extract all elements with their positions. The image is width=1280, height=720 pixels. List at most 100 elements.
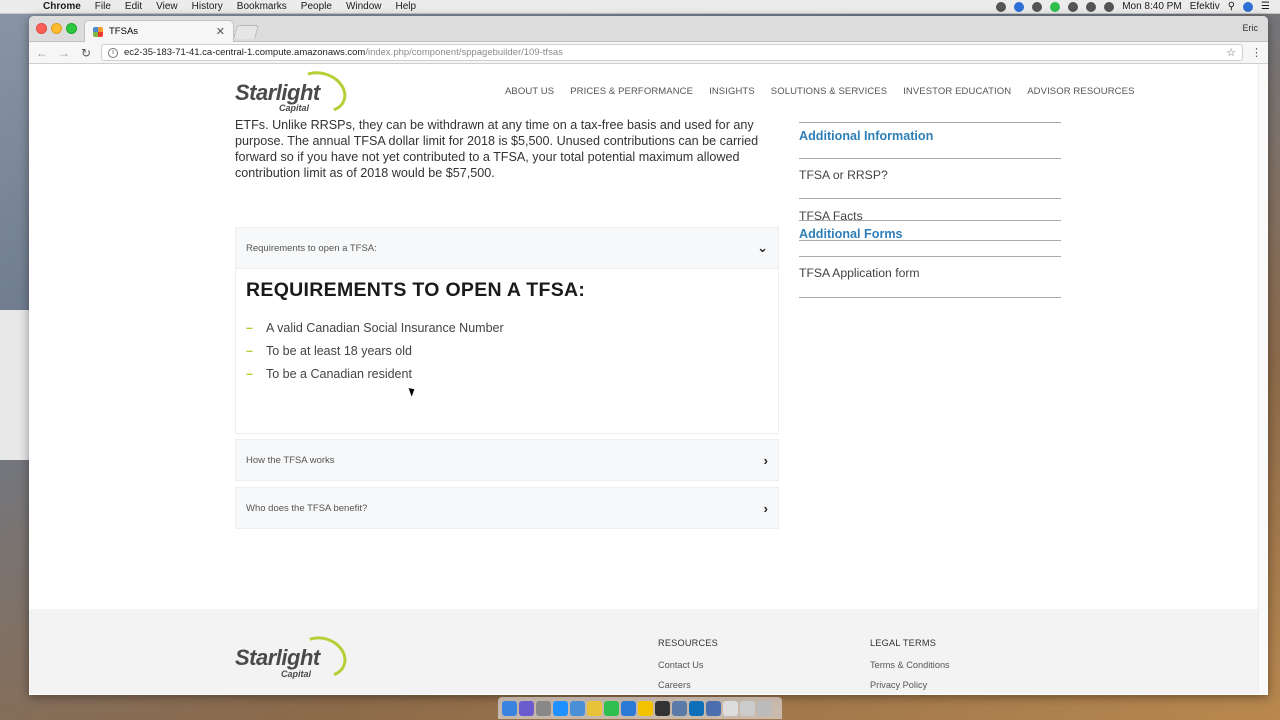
- accordion-how-tfsa-works-header[interactable]: How the TFSA works ›: [235, 439, 779, 481]
- tab-bar: TFSAs ✕ Eric: [29, 16, 1268, 42]
- nav-about-us[interactable]: ABOUT US: [505, 86, 554, 97]
- menu-window[interactable]: Window: [339, 1, 389, 12]
- footer-resources-title: RESOURCES: [658, 638, 718, 648]
- nav-advisor-resources[interactable]: ADVISOR RESOURCES: [1027, 86, 1134, 97]
- footer-link-privacy[interactable]: Privacy Policy: [870, 680, 950, 690]
- bookmark-star-icon[interactable]: ☆: [1226, 46, 1236, 59]
- accordion-label: How the TFSA works: [246, 454, 335, 466]
- list-item-text: To be a Canadian resident: [266, 366, 412, 381]
- sketch-icon[interactable]: [638, 700, 653, 716]
- profile-button[interactable]: Eric: [1243, 23, 1259, 33]
- chevron-down-icon: ⌄: [757, 240, 768, 255]
- sidebar-heading-info: Additional Information: [799, 129, 934, 143]
- finder-icon[interactable]: [502, 700, 517, 716]
- footer-link-contact-us[interactable]: Contact Us: [658, 660, 718, 670]
- menu-view[interactable]: View: [149, 1, 185, 12]
- creative-cloud-icon[interactable]: [1032, 1, 1043, 12]
- app-store-icon[interactable]: [570, 700, 585, 716]
- grammarly-dock-icon[interactable]: [604, 700, 619, 716]
- virtualbox-icon[interactable]: [672, 700, 687, 716]
- nav-solutions-services[interactable]: SOLUTIONS & SERVICES: [771, 86, 887, 97]
- bluetooth-icon[interactable]: [1068, 1, 1079, 12]
- menu-bookmarks[interactable]: Bookmarks: [230, 1, 294, 12]
- logo-word: Starlight: [235, 645, 320, 670]
- dash-bullet-icon: –: [246, 366, 253, 381]
- chrome-icon[interactable]: [587, 700, 602, 716]
- record-icon[interactable]: [996, 1, 1007, 12]
- list-item-text: A valid Canadian Social Insurance Number: [266, 320, 504, 335]
- grammarly-icon[interactable]: [1050, 1, 1061, 12]
- airplay-icon[interactable]: [1086, 1, 1097, 12]
- documents-stack-icon[interactable]: [740, 700, 755, 716]
- terminal-icon[interactable]: [655, 700, 670, 716]
- sidebar-heading-forms: Additional Forms: [799, 227, 903, 241]
- notification-center-icon[interactable]: ☰: [1261, 1, 1270, 12]
- wordpress-icon[interactable]: [689, 700, 704, 716]
- list-item-text: To be at least 18 years old: [266, 343, 412, 358]
- logo-sub: Capital: [281, 669, 312, 679]
- safari-icon[interactable]: [553, 700, 568, 716]
- divider: [799, 220, 1061, 221]
- chevron-right-icon: ›: [763, 452, 768, 468]
- siri-dock-icon[interactable]: [519, 700, 534, 716]
- vscode-icon[interactable]: [621, 700, 636, 716]
- zoom-window-button[interactable]: [66, 23, 77, 34]
- dash-bullet-icon: –: [246, 320, 253, 335]
- footer-starlight-logo[interactable]: Starlight Capital: [235, 629, 353, 685]
- site-info-icon[interactable]: i: [108, 47, 118, 58]
- site-header: Starlight Capital ABOUT US PRICES & PERF…: [29, 64, 1258, 120]
- menu-people[interactable]: People: [294, 1, 339, 12]
- spotlight-icon[interactable]: ⚲: [1228, 1, 1235, 12]
- app-icon[interactable]: [706, 700, 721, 716]
- status-area: Mon 8:40 PM Efektiv ⚲ ☰: [996, 1, 1280, 12]
- menubar-clock[interactable]: Mon 8:40 PM: [1122, 1, 1181, 12]
- accordion-requirements-panel: REQUIREMENTS TO OPEN A TFSA: – A valid Ca…: [235, 269, 779, 434]
- accordion-who-benefits-header[interactable]: Who does the TFSA benefit? ›: [235, 487, 779, 529]
- dash-bullet-icon: –: [246, 343, 253, 358]
- menu-history[interactable]: History: [185, 1, 230, 12]
- list-item: – To be a Canadian resident: [246, 362, 504, 385]
- minimize-window-button[interactable]: [51, 23, 62, 34]
- page-scrollbar[interactable]: [1258, 64, 1268, 694]
- accordion-requirements-header[interactable]: Requirements to open a TFSA: ⌄: [235, 227, 779, 269]
- menu-app-name[interactable]: Chrome: [36, 1, 88, 12]
- dropbox-icon[interactable]: [1014, 1, 1025, 12]
- nav-prices-performance[interactable]: PRICES & PERFORMANCE: [570, 86, 693, 97]
- footer-link-careers[interactable]: Careers: [658, 680, 718, 690]
- back-arrow-icon[interactable]: ←: [35, 46, 49, 60]
- address-bar[interactable]: i ec2-35-183-71-41.ca-central-1.compute.…: [101, 44, 1243, 61]
- menu-help[interactable]: Help: [389, 1, 424, 12]
- nav-insights[interactable]: INSIGHTS: [709, 86, 755, 97]
- menu-edit[interactable]: Edit: [118, 1, 149, 12]
- menubar-user[interactable]: Efektiv: [1190, 1, 1220, 12]
- sidebar-link-tfsa-application-form[interactable]: TFSA Application form: [799, 266, 920, 280]
- menu-file[interactable]: File: [88, 1, 118, 12]
- sidebar-link-tfsa-or-rrsp[interactable]: TFSA or RRSP?: [799, 168, 888, 182]
- close-window-button[interactable]: [36, 23, 47, 34]
- close-tab-icon[interactable]: ✕: [216, 25, 225, 38]
- divider: [799, 198, 1061, 199]
- browser-toolbar: ← → ↻ i ec2-35-183-71-41.ca-central-1.co…: [29, 42, 1268, 64]
- new-tab-button[interactable]: [233, 25, 259, 39]
- launchpad-icon[interactable]: [536, 700, 551, 716]
- footer-legal: LEGAL TERMS Terms & Conditions Privacy P…: [870, 638, 950, 694]
- reload-icon[interactable]: ↻: [79, 46, 93, 60]
- starlight-logo[interactable]: Starlight Capital: [235, 64, 353, 120]
- footer-link-terms[interactable]: Terms & Conditions: [870, 660, 950, 670]
- browser-window: TFSAs ✕ Eric ← → ↻ i ec2-35-183-71-41.ca…: [29, 16, 1268, 695]
- siri-icon[interactable]: [1243, 1, 1254, 12]
- background-window: [0, 310, 30, 460]
- trash-icon[interactable]: [757, 700, 772, 716]
- footer-legal-title: LEGAL TERMS: [870, 638, 937, 648]
- nav-investor-education[interactable]: INVESTOR EDUCATION: [903, 86, 1011, 97]
- tab-tfsas[interactable]: TFSAs ✕: [84, 20, 234, 42]
- divider: [799, 297, 1061, 298]
- more-menu-icon[interactable]: ⋮: [1251, 46, 1262, 59]
- forward-arrow-icon[interactable]: →: [57, 46, 71, 60]
- article-intro: ETFs. Unlike RRSPs, they can be withdraw…: [235, 118, 759, 180]
- url-host: ec2-35-183-71-41.ca-central-1.compute.am…: [124, 47, 366, 58]
- wifi-icon[interactable]: [1104, 1, 1115, 12]
- chevron-right-icon: ›: [763, 500, 768, 516]
- downloads-stack-icon[interactable]: [723, 700, 738, 716]
- site-footer: Starlight Capital RESOURCES Contact Us C…: [29, 609, 1258, 694]
